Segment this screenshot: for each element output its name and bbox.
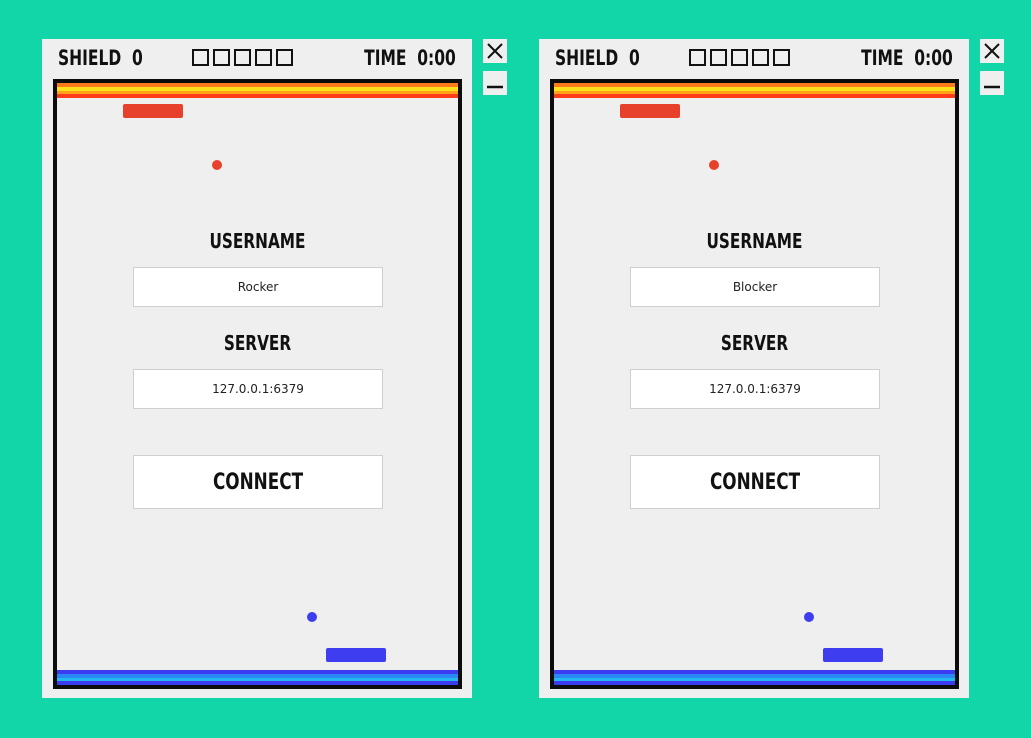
shield-label: SHIELD <box>555 46 619 70</box>
blue-paddle <box>326 648 386 662</box>
connect-label: CONNECT <box>709 469 801 495</box>
blue-ball <box>307 612 317 622</box>
red-paddle <box>620 104 680 118</box>
life-box <box>255 49 272 66</box>
blue-goal-stripe <box>57 670 458 685</box>
life-box <box>689 49 706 66</box>
connect-label: CONNECT <box>212 469 304 495</box>
life-box <box>276 49 293 66</box>
server-value: 127.0.0.1:6379 <box>709 382 801 396</box>
close-button[interactable] <box>980 39 1004 63</box>
time-value: 0:00 <box>417 46 456 70</box>
game-window-1: SHIELD 0 TIME 0:00 USERNAME Rocker SERVE… <box>42 39 472 698</box>
close-button[interactable] <box>483 39 507 63</box>
red-ball <box>709 160 719 170</box>
red-goal-stripe <box>57 83 458 98</box>
minimize-icon <box>487 85 503 89</box>
server-input[interactable]: 127.0.0.1:6379 <box>630 369 880 409</box>
time-label: TIME <box>861 46 904 70</box>
minimize-button[interactable] <box>483 71 507 95</box>
life-box <box>234 49 251 66</box>
username-value: Rocker <box>237 280 279 294</box>
minimize-button[interactable] <box>980 71 1004 95</box>
shield-indicator: SHIELD 0 <box>58 46 143 70</box>
red-paddle <box>123 104 183 118</box>
time-value: 0:00 <box>914 46 953 70</box>
shield-indicator: SHIELD 0 <box>555 46 640 70</box>
shield-label: SHIELD <box>58 46 122 70</box>
shield-value: 0 <box>629 46 640 70</box>
username-label: USERNAME <box>209 229 306 253</box>
life-box <box>213 49 230 66</box>
shield-value: 0 <box>132 46 143 70</box>
blue-paddle <box>823 648 883 662</box>
blue-goal-stripe <box>554 670 955 685</box>
life-box <box>731 49 748 66</box>
close-icon <box>984 43 1000 59</box>
server-value: 127.0.0.1:6379 <box>212 382 304 396</box>
username-input[interactable]: Rocker <box>133 267 383 307</box>
username-value: Blocker <box>732 280 778 294</box>
life-box <box>773 49 790 66</box>
hud-bar: SHIELD 0 TIME 0:00 <box>42 39 472 79</box>
red-ball <box>212 160 222 170</box>
life-box <box>710 49 727 66</box>
close-icon <box>487 43 503 59</box>
time-indicator: TIME 0:00 <box>861 46 953 70</box>
connect-button[interactable]: CONNECT <box>630 455 880 509</box>
time-indicator: TIME 0:00 <box>364 46 456 70</box>
lives-boxes <box>689 49 790 66</box>
username-label: USERNAME <box>706 229 803 253</box>
server-label: SERVER <box>223 331 292 355</box>
playfield: USERNAME Rocker SERVER 127.0.0.1:6379 CO… <box>53 79 462 689</box>
life-box <box>192 49 209 66</box>
hud-bar: SHIELD 0 TIME 0:00 <box>539 39 969 79</box>
game-window-2: SHIELD 0 TIME 0:00 USERNAME Blocker SERV… <box>539 39 969 698</box>
username-input[interactable]: Blocker <box>630 267 880 307</box>
connect-button[interactable]: CONNECT <box>133 455 383 509</box>
server-input[interactable]: 127.0.0.1:6379 <box>133 369 383 409</box>
red-goal-stripe <box>554 83 955 98</box>
blue-ball <box>804 612 814 622</box>
minimize-icon <box>984 85 1000 89</box>
server-label: SERVER <box>720 331 789 355</box>
lives-boxes <box>192 49 293 66</box>
time-label: TIME <box>364 46 407 70</box>
playfield: USERNAME Blocker SERVER 127.0.0.1:6379 C… <box>550 79 959 689</box>
life-box <box>752 49 769 66</box>
